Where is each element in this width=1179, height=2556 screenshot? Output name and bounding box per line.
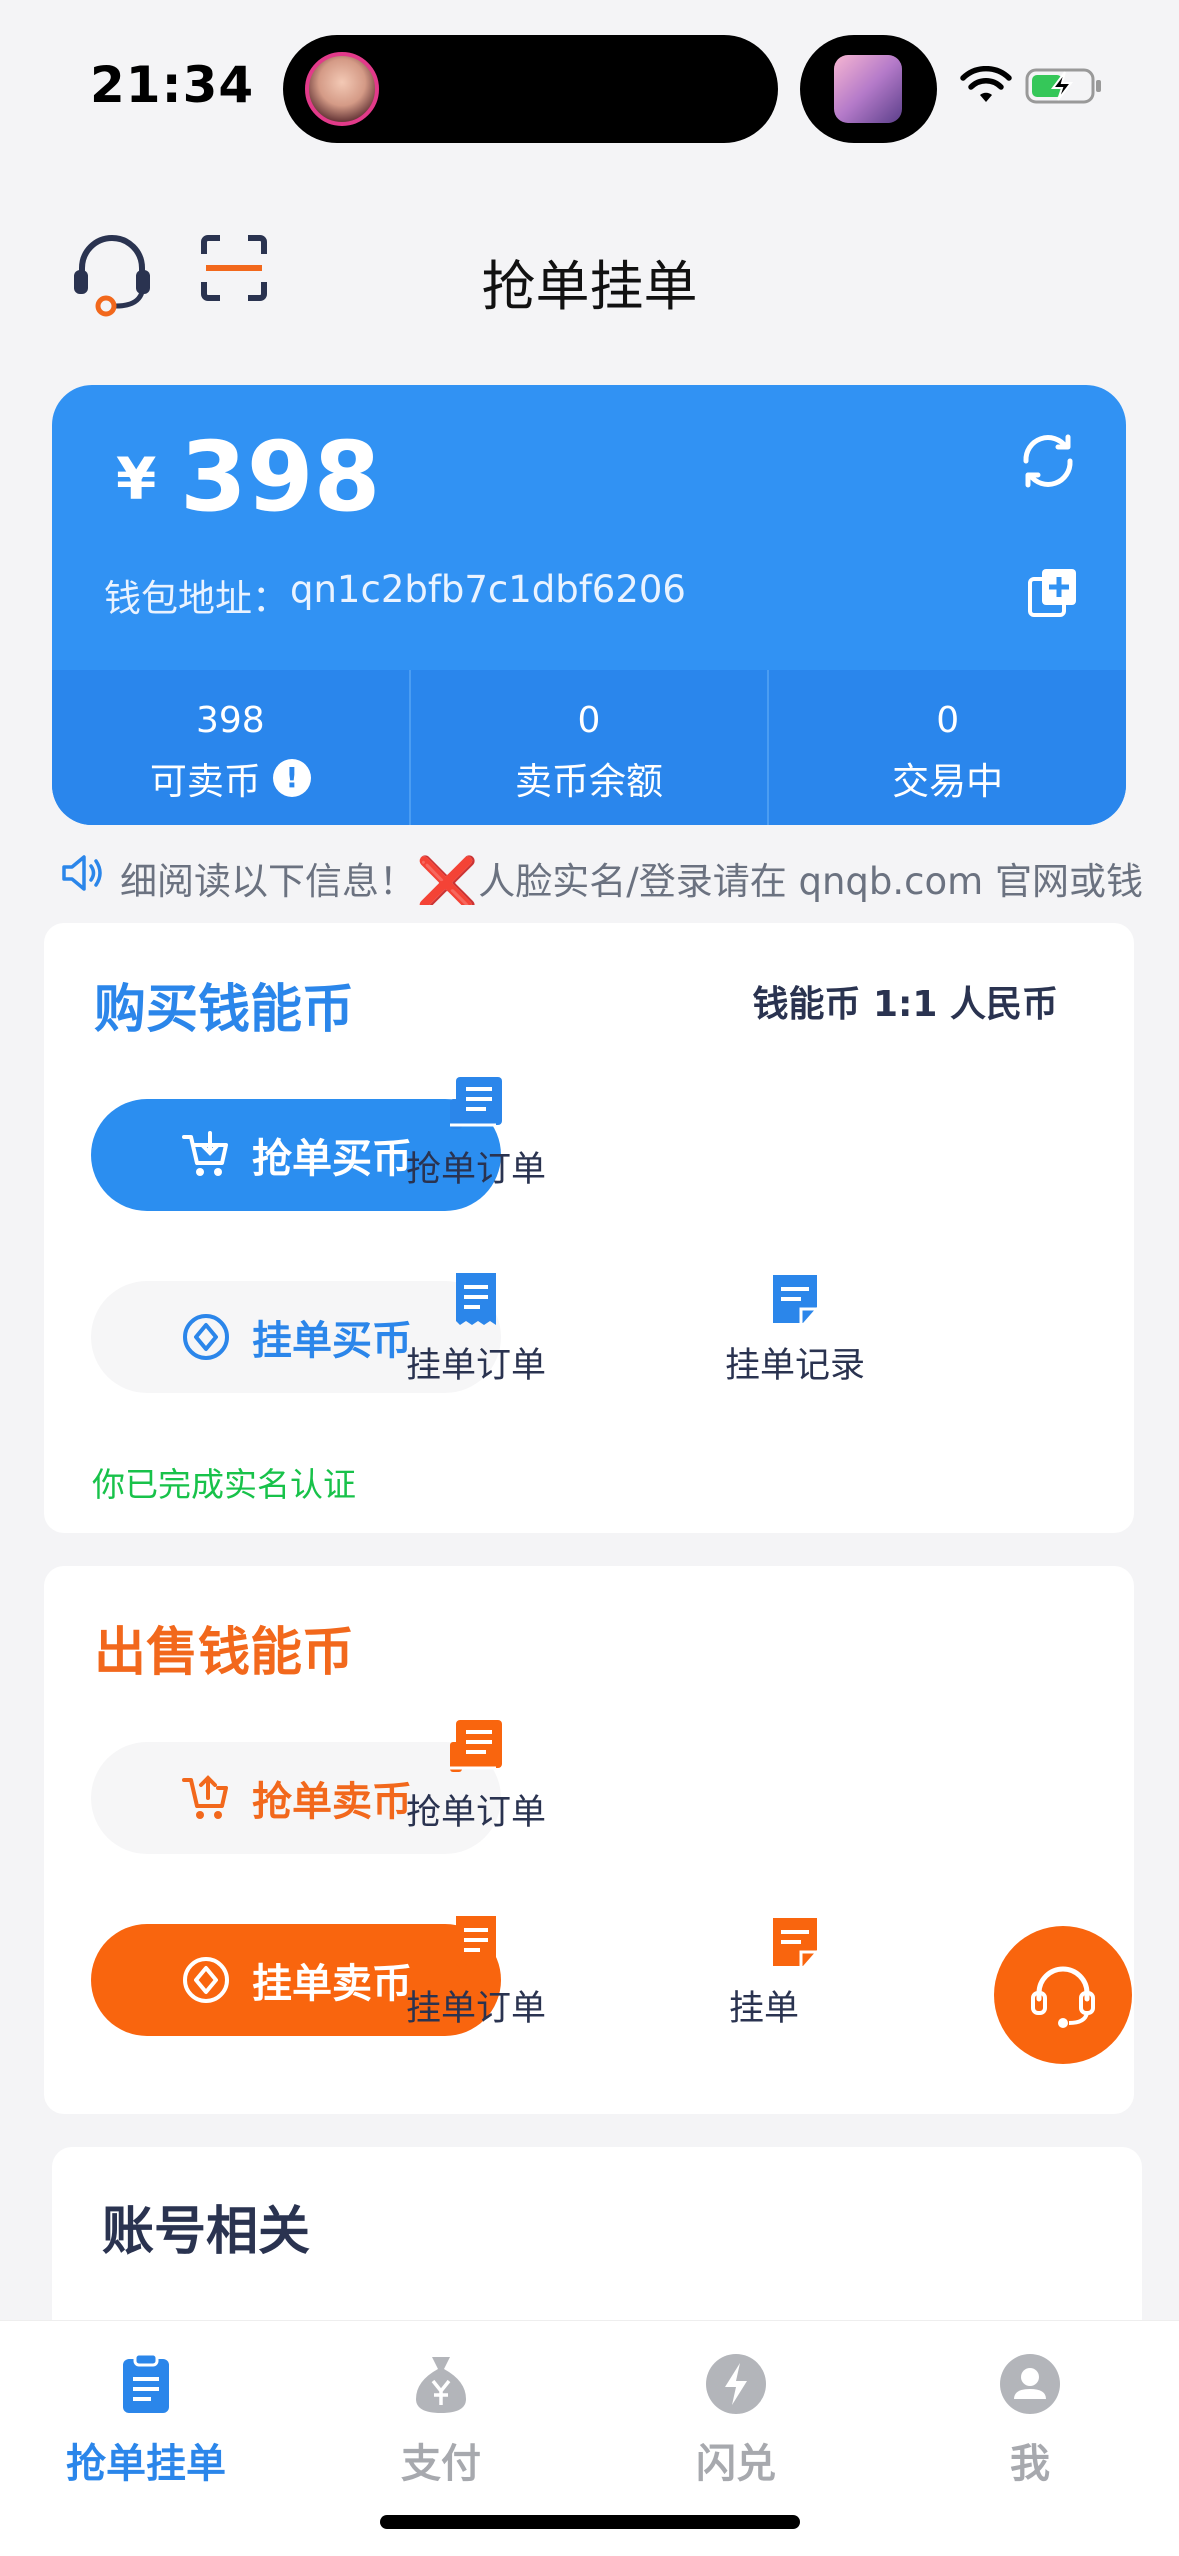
user-icon <box>1000 2354 1060 2414</box>
notice-marquee[interactable]: 细阅读以下信息！❌人脸实名/登录请在 qnqb.com 官网或钱 <box>60 845 1160 905</box>
dynamic-island-secondary <box>800 35 937 143</box>
money-bag-icon <box>416 2357 466 2413</box>
tab-label: 支付 <box>401 2441 481 2487</box>
buy-list-orders[interactable]: 挂单订单 <box>376 1269 576 1388</box>
lightning-icon <box>706 2354 766 2414</box>
buy-grab-orders[interactable]: 抢单订单 <box>376 1073 576 1192</box>
edit-note-icon <box>773 1275 817 1323</box>
tab-label: 闪兑 <box>696 2441 776 2487</box>
headset-icon <box>1031 1966 1095 2028</box>
coin-diamond-icon <box>183 1957 229 2003</box>
notice-text: 细阅读以下信息！❌人脸实名/登录请在 qnqb.com 官网或钱 <box>120 851 1143 905</box>
stat-label: 可卖币 <box>149 760 261 803</box>
cart-icon <box>182 1131 228 1176</box>
tab-flash-exchange[interactable]: 闪兑 <box>616 2351 856 2489</box>
battery-icon <box>1025 68 1101 104</box>
stat-label: 交易中 <box>892 760 1004 803</box>
tab-grab-list[interactable]: 抢单挂单 <box>26 2351 266 2489</box>
currency-symbol: ¥ <box>116 445 157 513</box>
stat-sellable: 398 可卖币 ! <box>52 670 411 825</box>
coin-diamond-icon <box>183 1314 229 1360</box>
stat-value: 0 <box>577 700 601 741</box>
stat-label-wrap: 可卖币 ! <box>52 751 409 805</box>
live-activity-avatar <box>305 52 379 126</box>
sell-list-records[interactable]: 挂单 <box>695 1912 895 2031</box>
wallet-balance: 398 <box>180 421 381 533</box>
cart-upload-icon <box>182 1775 228 1819</box>
buy-list-records[interactable]: 挂单记录 <box>695 1269 895 1388</box>
clipboard-icon <box>123 2352 169 2413</box>
receipt-icon <box>456 1916 496 1968</box>
wallet-card: ¥ 398 钱包地址： qn1c2bfb7c1dbf6206 398 可卖币 !… <box>52 385 1126 825</box>
verification-status: 你已完成实名认证 <box>92 1465 356 1504</box>
info-icon[interactable]: ! <box>272 759 311 797</box>
edit-note-icon <box>773 1918 817 1966</box>
copy-icon[interactable] <box>1026 565 1080 619</box>
dynamic-island <box>283 35 778 143</box>
wallet-address: qn1c2bfb7c1dbf6206 <box>290 568 686 611</box>
sell-list-orders[interactable]: 挂单订单 <box>376 1912 576 2031</box>
wallet-stats: 398 可卖币 ! 0 卖币余额 0 交易中 <box>52 670 1126 825</box>
home-indicator <box>380 2515 800 2529</box>
stat-sell-balance: 0 卖币余额 <box>411 670 770 825</box>
tab-label: 我 <box>1010 2441 1050 2487</box>
app-thumbnail <box>834 55 902 123</box>
notice-text-after: 人脸实名/登录请在 qnqb.com 官网或钱 <box>478 860 1143 903</box>
sell-panel-title: 出售钱能币 <box>94 1623 355 1683</box>
status-bar: 21:34 <box>0 0 1179 170</box>
sell-panel: 出售钱能币 抢单卖币 抢单订单 挂单卖币 挂单订单 挂单 <box>44 1566 1134 2114</box>
sell-grab-orders[interactable]: 抢单订单 <box>376 1716 576 1835</box>
tab-label: 抢单挂单 <box>66 2441 226 2487</box>
receipt-icon <box>456 1273 496 1325</box>
wallet-address-label: 钱包地址： <box>104 577 289 620</box>
wifi-icon <box>960 66 1012 102</box>
buy-panel: 购买钱能币 钱能币 1:1 人民币 抢单买币 抢单订单 挂单买币 挂单订单 挂单… <box>44 923 1134 1533</box>
tile-label: 挂单订单 <box>405 1989 546 2029</box>
stat-in-trade: 0 交易中 <box>769 670 1126 825</box>
order-list-icon <box>450 1720 502 1772</box>
floating-support-button[interactable] <box>994 1926 1132 2064</box>
tile-label: 抢单订单 <box>405 1793 546 1833</box>
tile-label: 挂单记录 <box>724 1346 865 1386</box>
refresh-icon[interactable] <box>1014 427 1082 495</box>
account-panel-title: 账号相关 <box>102 2202 311 2262</box>
stat-value: 398 <box>195 700 265 741</box>
speaker-icon <box>62 855 102 891</box>
order-list-icon <box>450 1077 502 1129</box>
notice-text-before: 细阅读以下信息！ <box>120 860 416 903</box>
page-title: 抢单挂单 <box>481 255 698 318</box>
exchange-rate: 钱能币 1:1 人民币 <box>752 984 1058 1025</box>
tab-me[interactable]: 我 <box>910 2351 1150 2489</box>
cross-mark-icon: ❌ <box>416 854 479 905</box>
status-time: 21:34 <box>90 56 255 114</box>
buy-panel-title: 购买钱能币 <box>94 980 355 1040</box>
tile-label: 挂单 <box>729 1989 800 2029</box>
stat-label: 卖币余额 <box>515 760 663 803</box>
tile-label: 挂单订单 <box>405 1346 546 1386</box>
stat-value: 0 <box>936 700 960 741</box>
header: 抢单挂单 <box>0 210 1179 340</box>
tab-payment[interactable]: 支付 <box>321 2351 561 2489</box>
tile-label: 抢单订单 <box>405 1150 546 1190</box>
